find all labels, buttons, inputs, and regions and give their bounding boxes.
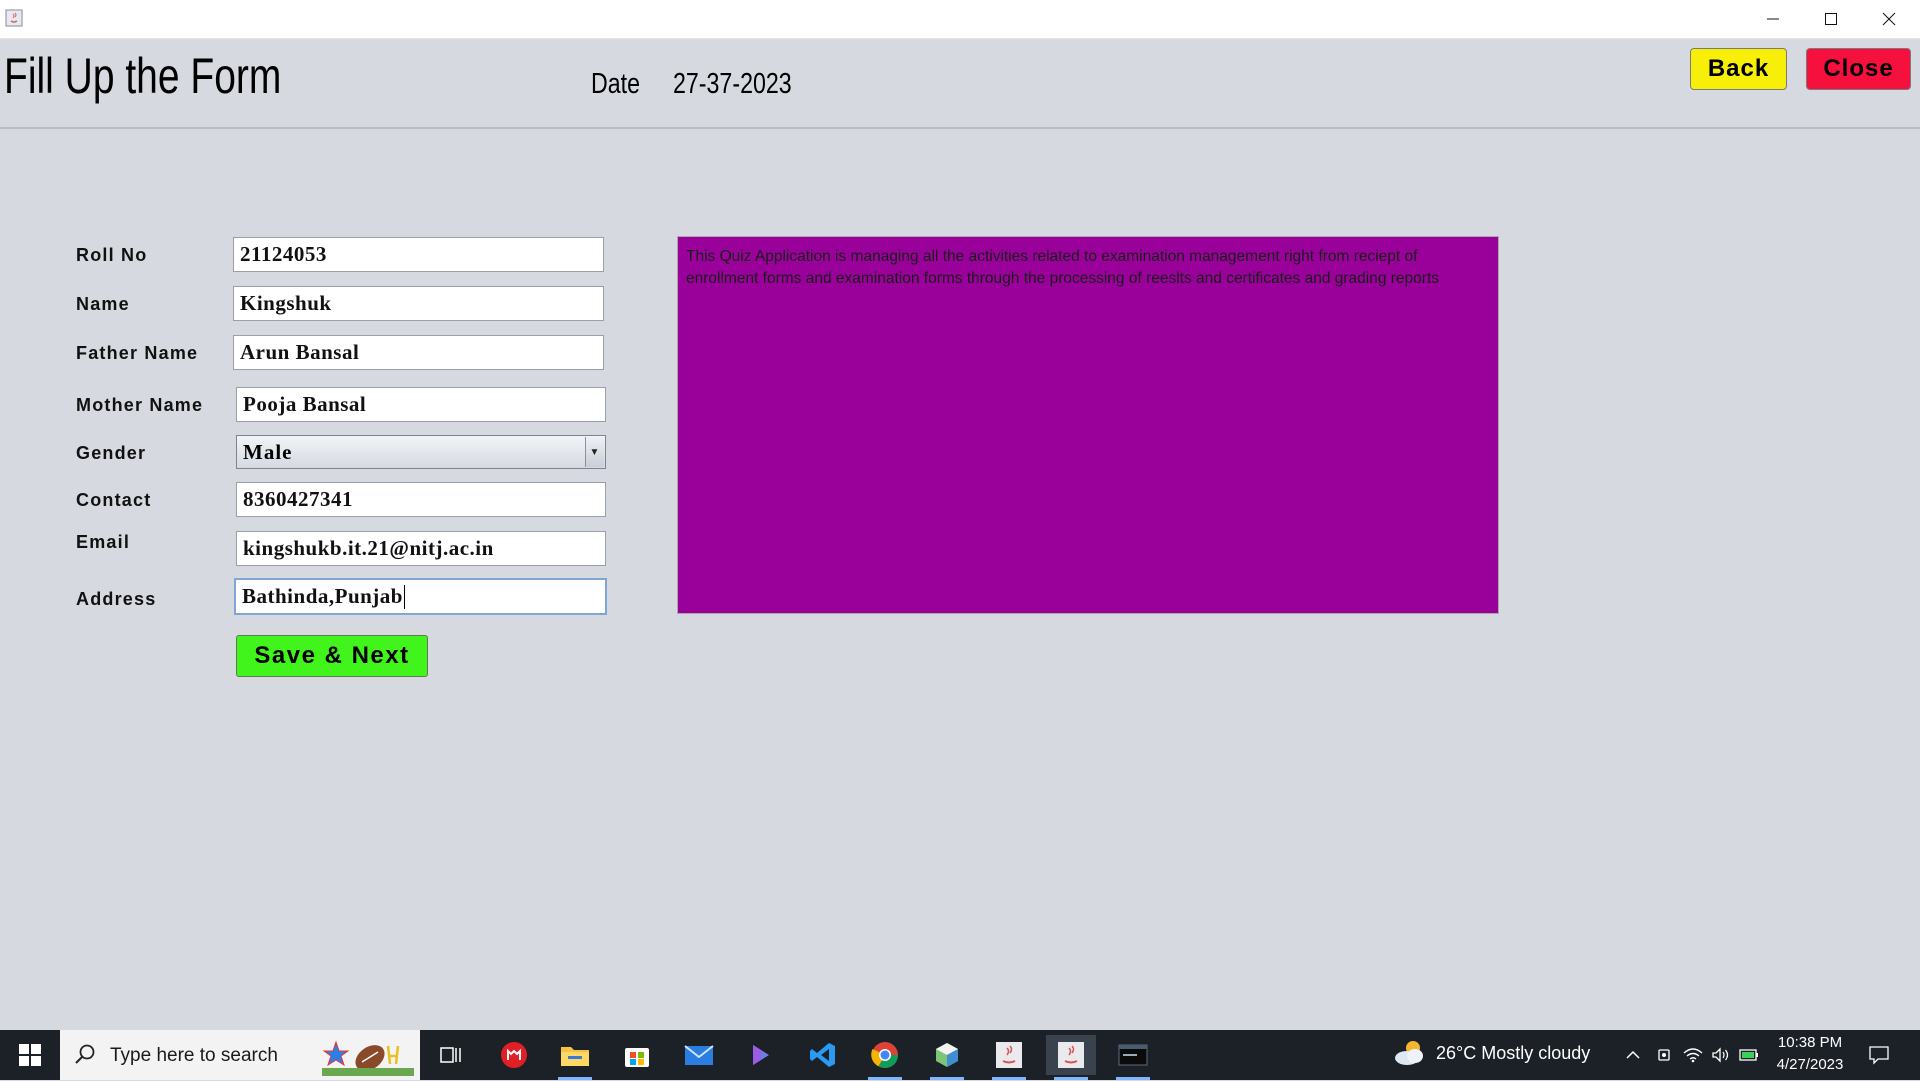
search-icon [74,1043,96,1070]
box-app-icon[interactable] [922,1035,972,1080]
mother-name-value: Pooja Bansal [243,392,367,416]
contact-value: 8360427341 [243,487,353,511]
address-value: Bathinda,Punjab [242,584,403,608]
name-label: Name [76,294,130,314]
window-close-button[interactable] [1860,0,1918,38]
close-button[interactable]: Close [1806,48,1911,90]
mysql-shell-icon[interactable] [1108,1035,1158,1080]
contact-field[interactable]: 8360427341 [236,482,606,517]
minimize-button[interactable] [1744,0,1802,38]
meet-now-icon[interactable] [1654,1043,1676,1067]
email-value: kingshukb.it.21@nitj.ac.in [243,536,494,560]
contact-label: Contact [76,490,152,510]
java-app-icon [5,8,23,28]
wifi-icon[interactable] [1682,1043,1704,1067]
java-app-active-icon[interactable] [1046,1035,1096,1080]
email-label: Email [76,532,131,552]
java-app-icon[interactable] [984,1035,1034,1080]
task-view-icon[interactable] [426,1035,476,1075]
vscode-icon[interactable] [798,1035,848,1075]
save-next-button[interactable]: Save & Next [236,635,428,677]
mcafee-icon[interactable] [489,1035,539,1075]
search-placeholder: Type here to search [110,1045,278,1066]
date-value: 27-37-2023 [673,68,792,100]
roll-no-field[interactable]: 21124053 [233,237,604,272]
copilot-icon[interactable] [736,1035,786,1075]
chevron-up-icon[interactable] [1622,1043,1644,1067]
father-name-label: Father Name [76,343,199,363]
mail-icon[interactable] [674,1035,724,1075]
window-title-bar [0,0,1920,39]
date-label: Date [591,68,641,100]
chevron-down-icon[interactable]: ▼ [585,437,604,467]
email-field[interactable]: kingshukb.it.21@nitj.ac.in [236,531,606,566]
microsoft-store-icon[interactable] [612,1035,662,1075]
weather-text[interactable]: 26°C Mostly cloudy [1436,1043,1590,1064]
notification-icon[interactable] [1868,1043,1890,1067]
roll-no-value: 21124053 [240,242,327,266]
address-label: Address [76,589,157,609]
info-text: This Quiz Application is managing all th… [686,248,1439,287]
name-value: Kingshuk [240,291,332,315]
info-text-area[interactable]: This Quiz Application is managing all th… [677,236,1499,614]
name-field[interactable]: Kingshuk [233,286,604,321]
file-explorer-icon[interactable] [550,1035,600,1080]
battery-icon[interactable] [1738,1043,1760,1067]
clock-date[interactable]: 4/27/2023 [1766,1056,1854,1073]
weather-icon[interactable] [1393,1037,1427,1072]
search-highlight-icon [322,1034,414,1076]
page-title: Fill Up the Form [4,48,282,104]
gender-label: Gender [76,443,147,463]
chrome-icon[interactable] [860,1035,910,1080]
gender-selected-value: Male [243,439,293,464]
windows-start-icon[interactable] [0,1030,60,1080]
volume-icon[interactable] [1710,1043,1732,1067]
address-field[interactable]: Bathinda,Punjab [234,578,607,615]
header-divider [0,127,1920,129]
father-name-value: Arun Bansal [240,340,360,364]
back-button[interactable]: Back [1690,48,1787,90]
gender-select[interactable]: Male ▼ [236,435,606,469]
father-name-field[interactable]: Arun Bansal [233,335,604,370]
maximize-button[interactable] [1802,0,1860,38]
mother-name-label: Mother Name [76,395,204,415]
text-caret [403,584,406,609]
mother-name-field[interactable]: Pooja Bansal [236,387,606,422]
clock-time[interactable]: 10:38 PM [1766,1034,1854,1051]
taskbar-search-box[interactable]: Type here to search [60,1030,420,1080]
roll-no-label: Roll No [76,245,148,265]
